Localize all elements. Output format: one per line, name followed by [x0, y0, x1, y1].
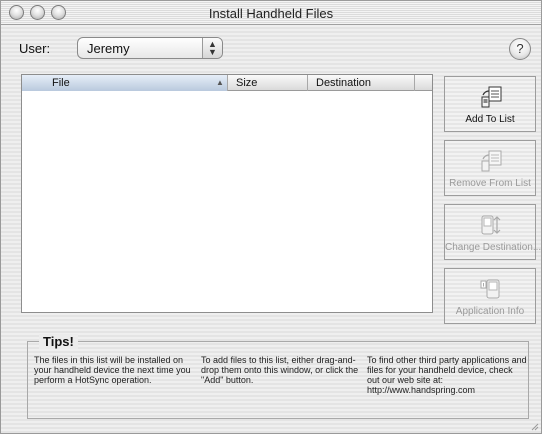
user-select-value: Jeremy: [87, 41, 130, 56]
change-destination-icon: [481, 215, 501, 235]
application-info-label: Application Info: [455, 306, 525, 317]
application-info-icon: [480, 279, 500, 299]
remove-file-icon: [481, 150, 502, 172]
popup-arrows-icon: ▲ ▼: [202, 38, 222, 58]
change-destination-button[interactable]: Change Destination...: [444, 204, 542, 260]
add-file-icon: [481, 86, 502, 108]
install-handheld-files-window: Install Handheld Files User: Jeremy ▲ ▼ ?…: [0, 0, 542, 434]
resize-grip-icon[interactable]: [529, 421, 539, 431]
add-to-list-label: Add To List: [465, 114, 515, 125]
column-header-size[interactable]: Size: [228, 75, 308, 91]
help-button[interactable]: ?: [509, 38, 531, 60]
user-select[interactable]: Jeremy ▲ ▼: [77, 37, 223, 59]
tip-add-files: To add files to this list, either drag-a…: [201, 355, 359, 385]
column-header-file[interactable]: File: [22, 75, 228, 91]
application-info-button[interactable]: Application Info: [444, 268, 536, 324]
title-bar[interactable]: Install Handheld Files: [1, 1, 541, 25]
remove-from-list-button[interactable]: Remove From List: [444, 140, 536, 196]
change-destination-label: Change Destination...: [445, 242, 542, 253]
file-list-header: File ▲ Size Destination: [22, 75, 432, 91]
window-title: Install Handheld Files: [208, 6, 334, 21]
user-label: User:: [19, 41, 51, 56]
column-header-spacer: [415, 75, 432, 91]
column-header-destination[interactable]: Destination: [308, 75, 415, 91]
tips-title: Tips!: [39, 334, 78, 349]
tip-install-next-hotsync: The files in this list will be installed…: [34, 355, 191, 385]
file-list-body[interactable]: [22, 92, 432, 312]
add-to-list-button[interactable]: Add To List: [444, 76, 536, 132]
tip-find-applications: To find other third party applications a…: [367, 355, 527, 395]
remove-from-list-label: Remove From List: [449, 178, 531, 189]
sort-ascending-icon: ▲: [216, 78, 224, 87]
file-list[interactable]: File ▲ Size Destination: [21, 74, 433, 313]
